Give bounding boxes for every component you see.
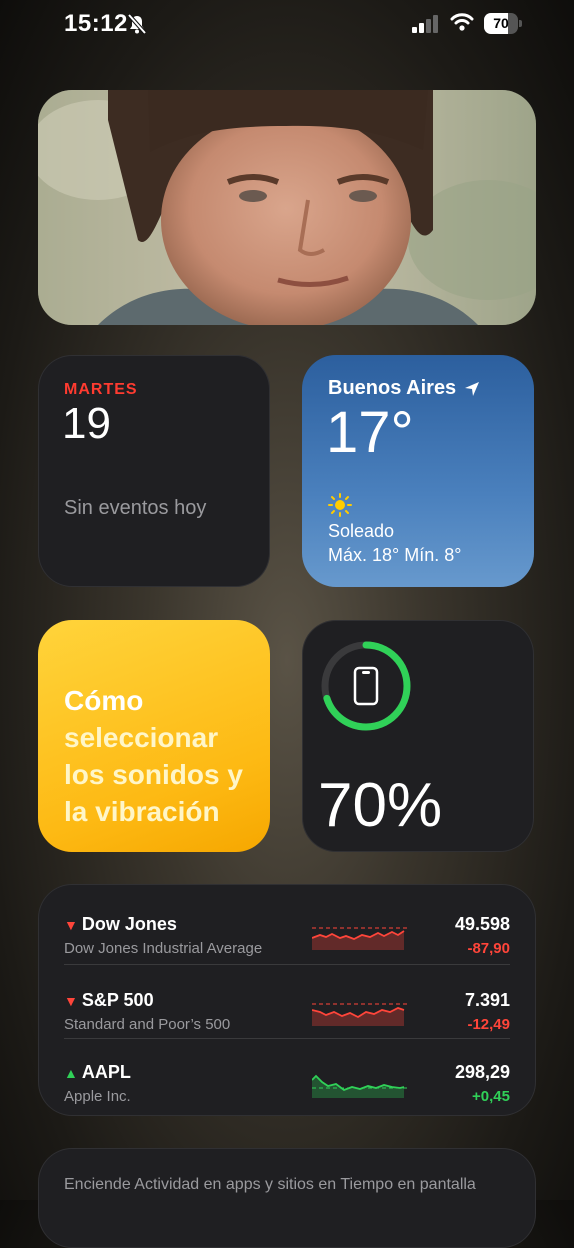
stock-sparkline (312, 927, 408, 950)
stock-price: 49.598 (454, 914, 510, 934)
battery-percent-label: 70% (318, 771, 443, 840)
battery-ring (321, 641, 411, 731)
tips-text: Cómo seleccionar los sonidos y la vibrac… (64, 682, 260, 830)
weather-temperature: 17° (326, 400, 414, 465)
stock-change: +0,45 (472, 1088, 510, 1105)
screen-time-widget[interactable]: Enciende Actividad en apps y sitios en T… (38, 1148, 536, 1248)
down-triangle-icon: ▼ (64, 993, 78, 1009)
stock-sparkline (312, 1003, 408, 1026)
weather-range: Máx. 18° Mín. 8° (328, 545, 462, 565)
up-triangle-icon: ▲ (64, 1065, 78, 1081)
sun-icon (328, 493, 352, 522)
status-bar: 15:12 70 (0, 0, 574, 60)
stock-price: 298,29 (454, 1062, 510, 1082)
calendar-day-number: 19 (62, 399, 111, 448)
stock-name: Dow Jones Industrial Average (64, 940, 263, 957)
wifi-icon (450, 12, 474, 37)
divider (64, 1038, 510, 1039)
weather-widget[interactable]: Buenos Aires 17° Soleado Máx. 18° Mín. 8… (302, 355, 534, 587)
screen-time-prompt: Enciende Actividad en apps y sitios en T… (64, 1176, 476, 1193)
stock-row[interactable]: ▼ S&P 500 Standard and Poor’s 500 7.391 -… (38, 968, 536, 1042)
stock-price: 7.391 (464, 990, 510, 1010)
battery-widget[interactable]: 70% (302, 620, 534, 852)
photo-widget[interactable] (38, 90, 536, 325)
stock-change: -12,49 (467, 1016, 510, 1033)
stocks-widget[interactable]: ▼ Dow Jones Dow Jones Industrial Average … (38, 884, 536, 1116)
stock-symbol: ▲ AAPL (64, 1062, 131, 1082)
calendar-widget[interactable]: MARTES 19 Sin eventos hoy (38, 355, 270, 587)
divider (64, 964, 510, 965)
weather-city: Buenos Aires (328, 377, 457, 399)
status-time: 15:12 (64, 10, 128, 37)
stock-name: Standard and Poor’s 500 (64, 1016, 231, 1033)
weather-condition: Soleado (328, 521, 395, 541)
location-arrow-icon (464, 381, 480, 402)
photo-person-portrait (38, 90, 536, 325)
battery-percent: 70 (493, 15, 509, 31)
tips-widget[interactable]: Cómo seleccionar los sonidos y la vibrac… (38, 620, 270, 852)
stock-sparkline (312, 1074, 408, 1098)
tips-title-rest: seleccionar los sonidos y la vibración (64, 722, 243, 827)
down-triangle-icon: ▼ (64, 917, 78, 933)
stock-change: -87,90 (467, 940, 510, 957)
stock-row[interactable]: ▲ AAPL Apple Inc. 298,29 +0,45 (38, 1040, 536, 1114)
battery-icon: 70 (484, 13, 524, 34)
stock-symbol: ▼ Dow Jones (64, 914, 177, 934)
cellular-signal-icon (412, 15, 440, 38)
calendar-weekday: MARTES (64, 381, 138, 398)
calendar-events-text: Sin eventos hoy (64, 497, 207, 519)
stock-symbol: ▼ S&P 500 (64, 990, 154, 1010)
stock-name: Apple Inc. (64, 1088, 131, 1105)
tips-title-first-word: Cómo (64, 685, 144, 716)
bell-slash-icon (126, 13, 148, 40)
iphone-icon (353, 666, 379, 706)
stock-row[interactable]: ▼ Dow Jones Dow Jones Industrial Average … (38, 892, 536, 966)
